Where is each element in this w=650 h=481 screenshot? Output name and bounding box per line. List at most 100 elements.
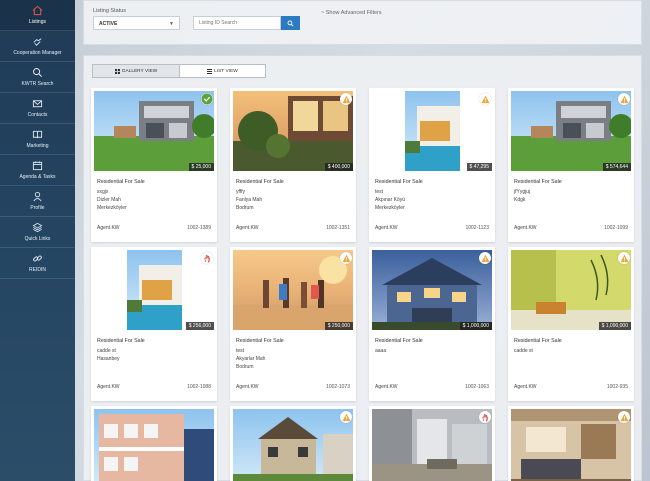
listing-address-line: Bodrum [236,364,254,370]
listing-price: $ 1,000,000 [459,322,492,330]
sidebar-item-reidin[interactable]: REIDIN [0,248,75,279]
book-icon [32,130,43,139]
listing-price: $ 256,000 [185,322,214,330]
gallery-view-button[interactable]: GALLERY VIEW [92,64,180,78]
listing-card[interactable]: $ 47,295 Residential For Sale test Akpın… [369,88,495,242]
view-toggle: GALLERY VIEW LIST VIEW [92,64,266,78]
listing-address-line: test [236,348,245,354]
listing-id: 1002-1389 [187,225,211,231]
warning-icon [618,252,630,264]
listing-card[interactable]: $ 400,000 Residential For Sale yfffy Fan… [230,88,356,242]
check-icon [201,93,213,105]
listing-agent: Agent.KW [375,384,398,390]
envelope-icon [32,100,43,108]
search-button[interactable] [281,16,300,30]
warning-icon [479,93,491,105]
listing-agent: Agent.KW [236,225,259,231]
sidebar-item-label: Listings [29,19,46,25]
listing-status-select[interactable]: ACTIVE ▼ [93,16,180,30]
warning-icon [618,411,630,423]
listing-type: Residential For Sale [375,338,423,344]
list-icon [207,68,213,74]
listing-price: $ 25,000 [188,163,214,171]
sidebar-item-listings[interactable]: Listings [0,0,75,31]
sidebar-item-label: Profile [30,205,45,211]
listing-address-line: Akpınar Köyü [375,197,406,203]
listing-address-line: cadde st [97,348,116,354]
sidebar-item-marketing[interactable]: Marketing [0,124,75,155]
listing-address-line: aaaa [375,348,387,354]
listing-price: $ 47,295 [466,163,492,171]
listing-photo [233,250,353,330]
listing-address-line: Fanlya Mah [236,197,263,203]
listing-type: Residential For Sale [375,179,423,185]
search-icon [33,68,43,78]
listing-card[interactable]: $ 1,000,000 Residential For Sale aaaa Ag… [369,247,495,401]
listing-photo [94,409,214,481]
listing-address-line: Kdgk [514,197,526,203]
listing-id-search-input[interactable] [193,16,281,30]
listing-agent: Agent.KW [236,384,259,390]
listing-card[interactable]: $ 25,000 Residential For Sale sxgjx Dizl… [91,88,217,242]
home-icon [32,5,43,16]
listing-address-line: yfffy [236,189,245,195]
show-advanced-filters-link[interactable]: ~ Show Advanced Filters [321,10,382,16]
layers-icon [32,222,43,233]
sidebar: Listings Cooperation Manager KWTR Search… [0,0,75,481]
listing-address-line: Hasanbey [97,356,120,362]
listing-agent: Agent.KW [97,225,120,231]
chevron-down-icon: ▼ [169,21,174,27]
listing-agent: Agent.KW [97,384,120,390]
listing-card[interactable] [508,406,634,481]
hand-icon [201,252,213,264]
grid-icon [114,68,120,74]
listing-price: $ 1,090,000 [598,322,631,330]
listing-address-line: Bodrum [236,205,254,211]
listing-photo [233,409,353,481]
listing-agent: Agent.KW [514,384,537,390]
listing-address-line: test [375,189,384,195]
sidebar-item-contacts[interactable]: Contacts [0,93,75,124]
listing-card[interactable] [230,406,356,481]
listing-card[interactable]: $ 256,000 Residential For Sale cadde st … [91,247,217,401]
listing-photo [372,250,492,330]
sidebar-item-label: Quick Links [24,236,51,242]
listing-type: Residential For Sale [97,179,145,185]
listing-address-line: cadde st [514,348,533,354]
listing-type: Residential For Sale [97,338,145,344]
listing-card[interactable]: $ 574,644 Residential For Sale jfYygjuj … [508,88,634,242]
listing-card[interactable] [369,406,495,481]
sidebar-item-label: Cooperation Manager [13,50,62,56]
calendar-icon [32,161,43,171]
listing-address-line: Merkezköyler [97,205,127,211]
user-icon [33,192,42,202]
listing-photo [94,91,214,171]
hand-icon [479,411,491,423]
sidebar-item-agenda-tasks[interactable]: Agenda & Tasks [0,155,75,186]
warning-icon [340,93,352,105]
sidebar-item-cooperation-manager[interactable]: Cooperation Manager [0,31,75,62]
sidebar-item-label: Agenda & Tasks [19,174,56,180]
sidebar-item-quick-links[interactable]: Quick Links [0,217,75,248]
listing-id: 1002-1073 [326,384,350,390]
sidebar-item-kwtr-search[interactable]: KWTR Search [0,62,75,93]
listing-card[interactable]: $ 250,000 Residential For Sale test Akya… [230,247,356,401]
warning-icon [340,411,352,423]
listing-agent: Agent.KW [375,225,398,231]
listing-id: 1002-1123 [465,225,489,231]
list-view-button[interactable]: LIST VIEW [180,64,266,78]
listing-status-value: ACTIVE [99,21,118,27]
listing-agent: Agent.KW [514,225,537,231]
listing-card[interactable]: $ 1,090,000 Residential For Sale cadde s… [508,247,634,401]
listing-photo [233,91,353,171]
listing-address-line: Akyarlar Mah [236,356,266,362]
listing-id: 1002-935 [606,384,628,390]
list-view-label: LIST VIEW [214,68,238,74]
listing-card[interactable] [91,406,217,481]
listing-price: $ 574,644 [602,163,631,171]
warning-icon [618,93,630,105]
sidebar-item-label: Contacts [27,112,48,118]
sidebar-item-label: Marketing [26,143,49,149]
sidebar-item-profile[interactable]: Profile [0,186,75,217]
listing-type: Residential For Sale [236,338,284,344]
